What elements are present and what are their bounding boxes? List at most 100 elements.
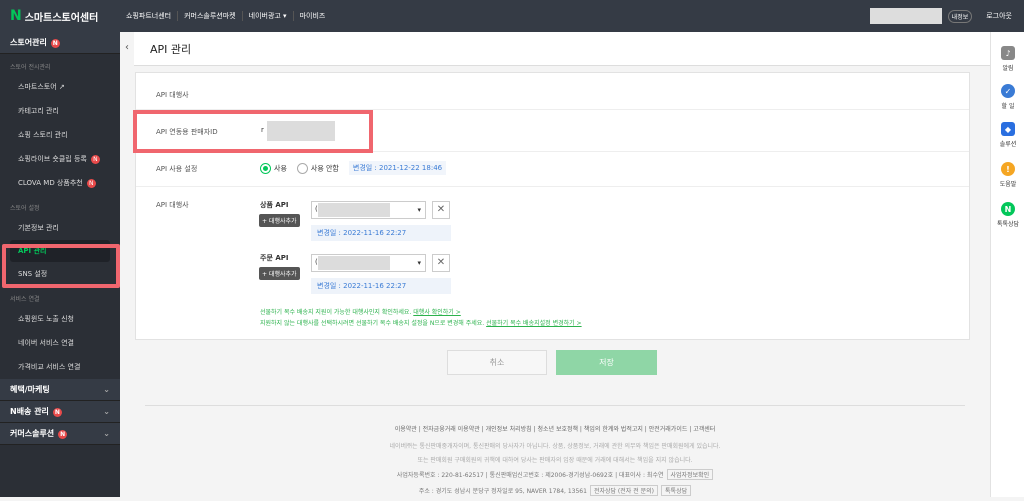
new-badge: N (50, 39, 60, 48)
notice-line-2: 지원하지 않는 대행사를 선택하시려면 선물하기 복수 배송지 설정을 N으로 … (260, 318, 582, 327)
new-badge: N (86, 178, 96, 188)
divider (136, 186, 969, 187)
logo[interactable]: N 스마트스토어센터 (0, 8, 120, 24)
bell-icon: ♪ (1001, 46, 1015, 60)
footer-address: 주소 : 경기도 성남시 분당구 정자일로 95, NAVER 1784, 13… (145, 485, 965, 496)
remove-order-agency-button[interactable]: ✕ (432, 254, 450, 272)
naver-logo-icon: N (10, 8, 22, 24)
sidebar-section-label: 스토어관리 (10, 38, 47, 47)
radio-no-use-label: 사용 안함 (310, 164, 339, 172)
nav-naver-ads[interactable]: 네이버광고 ▾ (243, 11, 294, 21)
nav-shopping-partner[interactable]: 쇼핑파트너센터 (120, 11, 179, 21)
page-header: API 관리 (134, 32, 990, 66)
notice-line-1: 선물하기 복수 배송지 지원이 가능한 대행사인지 확인하세요. 대행사 확인하… (260, 307, 461, 316)
sidebar-subheading-service: 서비스 연결 (10, 296, 40, 303)
sidebar-subheading-settings: 스토어 설정 (10, 205, 40, 212)
sidebar-section-store[interactable]: 스토어관리 N (0, 32, 120, 54)
sidebar-item-basic-info[interactable]: 기본정보 관리 (0, 216, 120, 240)
chevron-down-icon: ⌄ (103, 429, 110, 438)
remove-product-agency-button[interactable]: ✕ (432, 201, 450, 219)
biz-info-check-button[interactable]: 사업자정보확인 (666, 469, 714, 480)
top-right: 내정보 로그아웃 (869, 8, 1012, 24)
chevron-down-icon: ⌄ (103, 407, 110, 416)
top-nav: 쇼핑파트너센터 커머스솔루션마켓 네이버광고 ▾ 마이비즈 (120, 11, 331, 21)
footer: 이용약관 | 전자금융거래 이용약관 | 개인정보 처리방침 | 청소년 보호정… (145, 405, 965, 501)
select-value-redacted (318, 203, 390, 217)
nav-commerce-market[interactable]: 커머스솔루션마켓 (178, 11, 243, 21)
cancel-button[interactable]: 취소 (447, 350, 547, 375)
quick-label: 솔루션 (999, 141, 1017, 148)
footer-links[interactable]: 이용약관 | 전자금융거래 이용약관 | 개인정보 처리방침 | 청소년 보호정… (145, 424, 965, 433)
highlight-box-sidebar (2, 244, 120, 288)
sidebar-section-delivery[interactable]: N배송 관리 N ⌄ (0, 401, 120, 423)
sidebar-item-label: CLOVA MD 상품추천 (18, 179, 83, 187)
sidebar-item-label: 쇼핑라이브 숏클립 등록 (18, 155, 87, 163)
sidebar-item-category[interactable]: 카테고리 관리 (0, 99, 120, 123)
product-api-label: 상품 API (260, 201, 289, 209)
address-text: 주소 : 경기도 성남시 분당구 정자일로 95, NAVER 1784, 13… (418, 488, 587, 495)
solution-icon: ◆ (1001, 122, 1015, 136)
quick-help[interactable]: ! 도움말 (991, 162, 1024, 188)
usage-label: API 사용 설정 (156, 165, 198, 173)
footer-disclaimer-1: 네이버㈜는 통신판매중개자이며, 통신판매의 당사자가 아닙니다. 상품, 상품… (389, 443, 721, 450)
radio-no-use[interactable]: 사용 안함 (296, 162, 339, 174)
quick-todo[interactable]: ✓ 할 일 (991, 84, 1024, 110)
quick-label: 할 일 (1001, 103, 1015, 110)
radio-use-label: 사용 (274, 164, 287, 172)
notice-text: 선물하기 복수 배송지 지원이 가능한 대행사인지 확인하세요. (260, 309, 412, 316)
save-button[interactable]: 저장 (556, 350, 657, 375)
quick-label: 알림 (1002, 65, 1014, 72)
agency-list-label: API 대행사 (156, 201, 189, 209)
sidebar-item-naver-service[interactable]: 네이버 서비스 연결 (0, 331, 120, 355)
sidebar-item-smartstore[interactable]: 스마트스토어 ↗ (0, 75, 120, 99)
sidebar-section-commerce[interactable]: 커머스솔루션 N ⌄ (0, 423, 120, 445)
order-changed-date: 변경일 : 2022-11-16 22:27 (311, 278, 451, 294)
product-changed-date: 변경일 : 2022-11-16 22:27 (311, 225, 451, 241)
sidebar-section-label: N배송 관리 (10, 407, 49, 416)
new-badge: N (90, 154, 100, 164)
check-icon: ✓ (1001, 84, 1015, 98)
radio-unchecked-icon (296, 162, 308, 174)
help-icon: ! (1001, 162, 1015, 176)
close-icon: ✕ (436, 257, 446, 268)
sidebar-item-clova-md[interactable]: CLOVA MD 상품추천 N (0, 171, 120, 195)
app-title: 스마트스토어센터 (24, 12, 99, 24)
footer-biz-info: 사업자등록번호 : 220-81-62517 | 통신판매업신고번호 : 제20… (145, 469, 965, 480)
quick-talk[interactable]: N 톡톡상담 (991, 202, 1024, 228)
page-title: API 관리 (150, 42, 192, 56)
top-bar: N 스마트스토어센터 쇼핑파트너센터 커머스솔루션마켓 네이버광고 ▾ 마이비즈… (0, 0, 1024, 32)
highlight-box-seller-id (133, 110, 373, 153)
talk-icon: N (1001, 202, 1015, 216)
sidebar-section-benefit[interactable]: 혜택/마케팅 ⌄ (0, 379, 120, 401)
quick-label: 톡톡상담 (996, 221, 1020, 228)
product-agency-select[interactable]: ( ▾ (311, 201, 426, 219)
biz-info-text: 사업자등록번호 : 220-81-62517 | 통신판매업신고번호 : 제20… (396, 472, 664, 479)
talk-button[interactable]: 톡톡상담 (661, 485, 692, 496)
add-agency-button-order[interactable]: + 대행사추가 (259, 267, 300, 280)
nav-mybiz[interactable]: 마이비즈 (294, 11, 332, 21)
sidebar-item-live-clip[interactable]: 쇼핑라이브 숏클립 등록 N (0, 147, 120, 171)
collapse-sidebar-icon[interactable]: ‹ (120, 32, 134, 62)
consult-button[interactable]: 전자상담 (전자 전 문의) (589, 485, 659, 496)
user-name-redacted (869, 8, 942, 24)
radio-use[interactable]: 사용 (260, 162, 287, 174)
change-gift-setting-link[interactable]: 선물하기 복수 배송지설정 변경하기 > (486, 320, 581, 327)
chevron-down-icon: ⌄ (103, 385, 110, 394)
new-badge: N (58, 430, 68, 439)
logout-link[interactable]: 로그아웃 (986, 11, 1012, 21)
quick-solution[interactable]: ◆ 솔루션 (991, 122, 1024, 148)
sidebar-subheading-display: 스토어 전시관리 (10, 64, 51, 71)
quick-alerts[interactable]: ♪ 알림 (991, 46, 1024, 72)
usage-changed-date: 변경일 : 2021-12-22 18:46 (348, 161, 447, 175)
sidebar-item-shopping-story[interactable]: 쇼핑 스토리 관리 (0, 123, 120, 147)
my-info-badge[interactable]: 내정보 (947, 9, 973, 23)
radio-checked-icon (260, 162, 271, 174)
check-agency-link[interactable]: 대행사 확인하기 > (413, 309, 460, 316)
order-api-label: 주문 API (260, 254, 289, 262)
agency-label: API 대행사 (156, 91, 189, 99)
sidebar-item-shopping-window[interactable]: 쇼핑윈도 노출 신청 (0, 307, 120, 331)
add-agency-button-product[interactable]: + 대행사추가 (259, 214, 300, 227)
sidebar-item-price-compare[interactable]: 가격비교 서비스 연결 (0, 355, 120, 379)
order-agency-select[interactable]: ( ▾ (311, 254, 426, 272)
chevron-down-icon: ▾ (417, 259, 421, 267)
